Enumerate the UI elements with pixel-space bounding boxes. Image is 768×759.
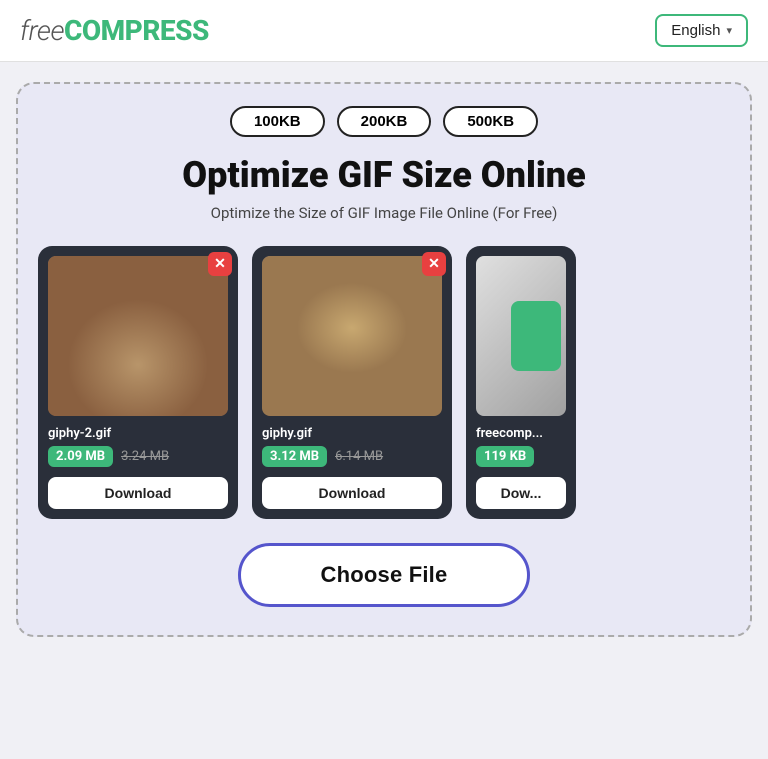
page-subtitle: Optimize the Size of GIF Image File Onli… <box>38 204 730 222</box>
size-pill-500kb[interactable]: 500KB <box>443 106 538 137</box>
file-name-3: freecomp... <box>476 426 566 441</box>
files-row: ✕ giphy-2.gif 2.09 MB 3.24 MB Download ✕… <box>38 246 730 519</box>
cat-image-2 <box>262 256 442 416</box>
logo: freeCOMPRESS <box>20 14 209 47</box>
language-label: English <box>671 22 720 39</box>
file-thumbnail-2 <box>262 256 442 416</box>
choose-file-button[interactable]: Choose File <box>238 543 531 607</box>
main-content: 100KB 200KB 500KB Optimize GIF Size Onli… <box>0 62 768 657</box>
upload-card: 100KB 200KB 500KB Optimize GIF Size Onli… <box>16 82 752 637</box>
size-pills-row: 100KB 200KB 500KB <box>38 106 730 137</box>
file-sizes-2: 3.12 MB 6.14 MB <box>262 446 442 467</box>
cat-image-1 <box>48 256 228 416</box>
file-card-2: ✕ giphy.gif 3.12 MB 6.14 MB Download <box>252 246 452 519</box>
file-sizes-1: 2.09 MB 3.24 MB <box>48 446 228 467</box>
download-button-3[interactable]: Dow... <box>476 477 566 509</box>
file-card-3: freecomp... 119 KB Dow... <box>466 246 576 519</box>
choose-file-area: Choose File <box>38 543 730 607</box>
original-size-2: 6.14 MB <box>335 449 383 464</box>
chevron-down-icon: ▾ <box>726 24 732 37</box>
language-selector[interactable]: English ▾ <box>655 14 748 47</box>
file-thumbnail-1 <box>48 256 228 416</box>
compressed-size-2: 3.12 MB <box>262 446 327 467</box>
download-button-2[interactable]: Download <box>262 477 442 509</box>
file-sizes-3: 119 KB <box>476 446 566 467</box>
header: freeCOMPRESS English ▾ <box>0 0 768 62</box>
remove-file-2-button[interactable]: ✕ <box>422 252 446 276</box>
logo-compress-text: COMPRESS <box>64 14 209 47</box>
file-name-2: giphy.gif <box>262 426 442 441</box>
file-name-1: giphy-2.gif <box>48 426 228 441</box>
green-accent <box>511 301 561 371</box>
remove-file-1-button[interactable]: ✕ <box>208 252 232 276</box>
download-button-1[interactable]: Download <box>48 477 228 509</box>
logo-free-text: free <box>20 14 64 47</box>
file-card-1: ✕ giphy-2.gif 2.09 MB 3.24 MB Download <box>38 246 238 519</box>
compressed-size-1: 2.09 MB <box>48 446 113 467</box>
size-pill-100kb[interactable]: 100KB <box>230 106 325 137</box>
file-thumbnail-3 <box>476 256 566 416</box>
compressed-size-3: 119 KB <box>476 446 534 467</box>
original-size-1: 3.24 MB <box>121 449 169 464</box>
page-title: Optimize GIF Size Online <box>38 155 730 196</box>
file-image-3 <box>476 256 566 416</box>
size-pill-200kb[interactable]: 200KB <box>337 106 432 137</box>
